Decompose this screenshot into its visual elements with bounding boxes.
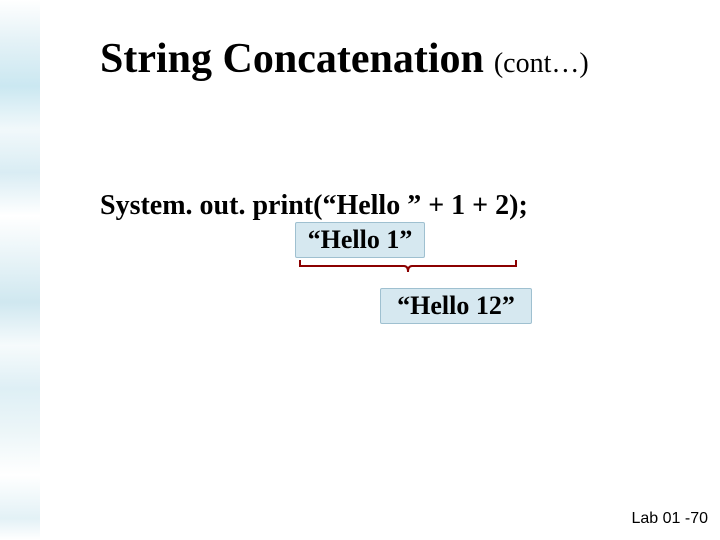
title-continuation: (cont…)	[494, 48, 589, 79]
final-result-box: “Hello 12”	[380, 288, 532, 324]
code-expression: System. out. print(“Hello ” + 1 + 2);	[100, 190, 528, 222]
brace-icon	[298, 258, 518, 274]
title-main: String Concatenation	[100, 36, 484, 82]
decorative-left-strip	[0, 0, 40, 540]
final-result: “Hello 12”	[397, 291, 515, 321]
slide-footer: Lab 01 -70	[631, 510, 708, 528]
intermediate-result-1: “Hello 1”	[308, 225, 413, 255]
slide-title: String Concatenation (cont…)	[100, 35, 589, 83]
intermediate-result-box-1: “Hello 1”	[295, 222, 425, 258]
